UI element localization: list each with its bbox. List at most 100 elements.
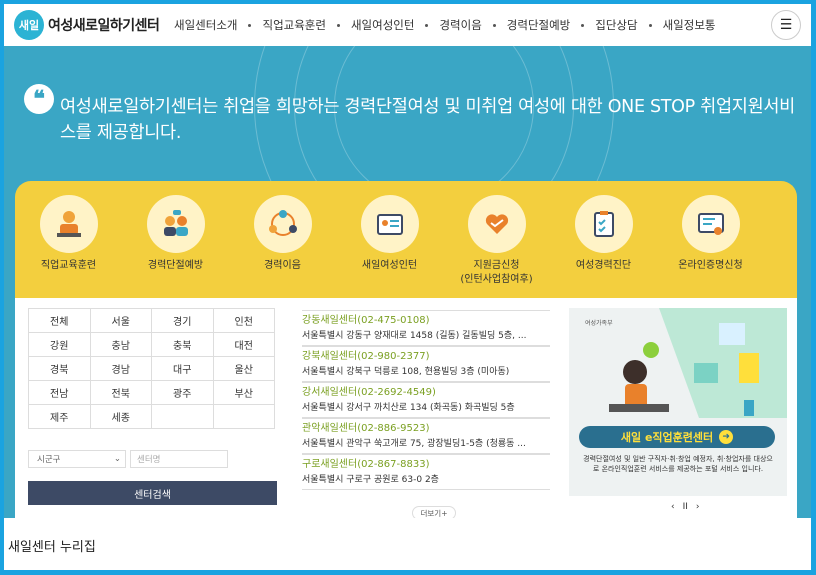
region-cell-empty bbox=[212, 404, 275, 429]
region-cell[interactable]: 제주 bbox=[28, 404, 91, 429]
list-item[interactable]: 강서새일센터(02-2692-4549) 서울특별시 강서구 까치산로 134 … bbox=[302, 382, 550, 418]
region-cell[interactable]: 경기 bbox=[151, 308, 214, 333]
nav-separator bbox=[581, 23, 585, 27]
region-cell[interactable]: 부산 bbox=[212, 380, 275, 405]
center-name[interactable]: 강동새일센터(02-475-0108) bbox=[302, 313, 550, 328]
search-controls: 시군구 ⌄ 센터명 bbox=[28, 450, 249, 468]
list-item[interactable]: 구로새일센터(02-867-8833) 서울특별시 구로구 공원로 63-0 2… bbox=[302, 454, 550, 490]
pause-icon[interactable]: II bbox=[683, 502, 688, 512]
nav-separator bbox=[248, 23, 252, 27]
list-item[interactable]: 강북새일센터(02-980-2377) 서울특별시 강북구 덕릉로 108, 현… bbox=[302, 346, 550, 382]
service-icon-row: 직업교육훈련 경력단절예방 경력이음 새일여성인턴 지원금신청 (인턴사업참여후… bbox=[15, 195, 797, 287]
region-cell[interactable]: 충남 bbox=[89, 332, 152, 357]
clipboard-check-icon bbox=[574, 195, 633, 253]
center-address: 서울특별시 구로구 공원로 63-0 2층 bbox=[302, 472, 550, 490]
logo-text: 여성새로일하기센터 bbox=[48, 18, 160, 34]
banner-description: 경력단절여성 및 일반 구직자·취·창업 예정자, 취·창업자를 대상으로 온라… bbox=[583, 455, 773, 473]
logo-badge: 새일 bbox=[14, 10, 44, 40]
more-button[interactable]: 더보기+ bbox=[412, 506, 456, 518]
region-cell[interactable]: 강원 bbox=[28, 332, 91, 357]
quote-icon: ❝ bbox=[24, 84, 54, 114]
banner-cta-label: 새일 e직업훈련센터 bbox=[620, 431, 714, 444]
center-name[interactable]: 구로새일센터(02-867-8833) bbox=[302, 457, 550, 472]
service-diagnosis[interactable]: 여성경력진단 bbox=[550, 195, 657, 287]
hero-headline: 여성새로일하기센터는 취업을 희망하는 경력단절여성 및 미취업 여성에 대한 … bbox=[60, 97, 795, 143]
nav-item-intro[interactable]: 새일센터소개 bbox=[174, 17, 237, 33]
center-address: 서울특별시 강서구 까치산로 134 (화곡동) 화곡빌딩 5층 bbox=[302, 400, 550, 418]
banner-cta[interactable]: 새일 e직업훈련센터 ➜ bbox=[579, 426, 775, 448]
content-area: 전체 서울 경기 인천 강원 충남 충북 대전 경북 경남 대구 울산 전남 전… bbox=[15, 298, 797, 518]
nav-separator bbox=[425, 23, 429, 27]
prev-icon[interactable]: ‹ bbox=[671, 502, 675, 512]
service-training[interactable]: 직업교육훈련 bbox=[15, 195, 122, 287]
service-label: 지원금신청 (인턴사업참여후) bbox=[460, 260, 533, 285]
nav-separator bbox=[336, 23, 340, 27]
center-address: 서울특별시 강동구 양재대로 1458 (길동) 길동빌딩 5층, ... bbox=[302, 328, 550, 346]
region-cell[interactable]: 울산 bbox=[212, 356, 275, 381]
region-cell[interactable]: 인천 bbox=[212, 308, 275, 333]
hamburger-icon: ☰ bbox=[779, 17, 793, 33]
service-label: 직업교육훈련 bbox=[40, 260, 97, 271]
center-list: 강동새일센터(02-475-0108) 서울특별시 강동구 양재대로 1458 … bbox=[302, 310, 550, 490]
teacher-icon bbox=[39, 195, 98, 253]
region-cell[interactable]: 경북 bbox=[28, 356, 91, 381]
service-label: 온라인증명신청 bbox=[678, 260, 743, 271]
banner-controls: ‹ II › bbox=[671, 502, 700, 512]
region-cell[interactable]: 대전 bbox=[212, 332, 275, 357]
page-frame: 새일 여성새로일하기센터 새일센터소개 직업교육훈련 새일여성인턴 경력이음 경… bbox=[4, 4, 811, 570]
heart-hand-icon bbox=[467, 195, 526, 253]
hamburger-menu-button[interactable]: ☰ bbox=[771, 10, 801, 40]
woman-laptop-illustration bbox=[609, 308, 787, 418]
service-subsidy[interactable]: 지원금신청 (인턴사업참여후) bbox=[443, 195, 550, 287]
center-name[interactable]: 강서새일센터(02-2692-4549) bbox=[302, 385, 550, 400]
service-label: 새일여성인턴 bbox=[361, 260, 418, 271]
team-circle-icon bbox=[253, 195, 312, 253]
region-cell[interactable]: 광주 bbox=[151, 380, 214, 405]
region-grid: 전체 서울 경기 인천 강원 충남 충북 대전 경북 경남 대구 울산 전남 전… bbox=[28, 308, 275, 429]
next-icon[interactable]: › bbox=[696, 502, 700, 512]
id-card-icon bbox=[360, 195, 419, 253]
list-item[interactable]: 강동새일센터(02-475-0108) 서울특별시 강동구 양재대로 1458 … bbox=[302, 310, 550, 346]
region-cell-empty bbox=[151, 404, 214, 429]
hero-section: ❝ 여성새로일하기센터는 취업을 희망하는 경력단절여성 및 미취업 여성에 대… bbox=[4, 46, 811, 518]
center-search-button[interactable]: 센터검색 bbox=[28, 481, 277, 505]
nav-item-intern[interactable]: 새일여성인턴 bbox=[351, 17, 414, 33]
certificate-icon bbox=[681, 195, 740, 253]
nav-separator bbox=[648, 23, 652, 27]
service-label: 여성경력진단 bbox=[575, 260, 632, 271]
region-cell[interactable]: 전남 bbox=[28, 380, 91, 405]
people-talk-icon bbox=[146, 195, 205, 253]
center-name[interactable]: 관악새일센터(02-886-9523) bbox=[302, 421, 550, 436]
list-item[interactable]: 관악새일센터(02-886-9523) 서울특별시 관악구 쑥고개로 75, 광… bbox=[302, 418, 550, 454]
center-address: 서울특별시 관악구 쑥고개로 75, 광장빌딩1-5층 (청룡동 ... bbox=[302, 436, 550, 454]
site-header: 새일 여성새로일하기센터 새일센터소개 직업교육훈련 새일여성인턴 경력이음 경… bbox=[4, 4, 811, 46]
region-cell[interactable]: 경남 bbox=[89, 356, 152, 381]
region-cell[interactable]: 대구 bbox=[151, 356, 214, 381]
nav-item-career[interactable]: 경력이음 bbox=[439, 17, 481, 33]
service-career[interactable]: 경력이음 bbox=[229, 195, 336, 287]
nav-item-training[interactable]: 직업교육훈련 bbox=[262, 17, 325, 33]
nav-item-counsel[interactable]: 집단상담 bbox=[595, 17, 637, 33]
nav-item-info[interactable]: 새일정보통 bbox=[663, 17, 716, 33]
nav-separator bbox=[492, 23, 496, 27]
center-name[interactable]: 강북새일센터(02-980-2377) bbox=[302, 349, 550, 364]
center-address: 서울특별시 강북구 덕릉로 108, 현용빌딩 3층 (미아동) bbox=[302, 364, 550, 382]
region-cell[interactable]: 세종 bbox=[89, 404, 152, 429]
region-cell[interactable]: 전체 bbox=[28, 308, 91, 333]
footer-site-label: 새일센터 누리집 bbox=[8, 540, 96, 555]
chevron-down-icon: ⌄ bbox=[113, 454, 121, 464]
service-label: 경력이음 bbox=[264, 260, 301, 271]
district-select[interactable]: 시군구 ⌄ bbox=[28, 450, 126, 468]
center-name-input[interactable]: 센터명 bbox=[130, 450, 228, 468]
region-cell[interactable]: 전북 bbox=[89, 380, 152, 405]
service-prevention[interactable]: 경력단절예방 bbox=[122, 195, 229, 287]
nav-item-prevention[interactable]: 경력단절예방 bbox=[507, 17, 570, 33]
service-intern[interactable]: 새일여성인턴 bbox=[336, 195, 443, 287]
e-training-banner[interactable]: 여성가족부 새일 e직업훈련센터 ➜ 경력단절여성 및 일반 구직자·취·창업 … bbox=[569, 308, 787, 496]
site-logo[interactable]: 새일 여성새로일하기센터 bbox=[14, 10, 160, 40]
service-certificate[interactable]: 온라인증명신청 bbox=[657, 195, 764, 287]
arrow-right-icon: ➜ bbox=[719, 430, 734, 444]
region-cell[interactable]: 서울 bbox=[89, 308, 152, 333]
main-nav: 새일센터소개 직업교육훈련 새일여성인턴 경력이음 경력단절예방 집단상담 새일… bbox=[174, 4, 716, 46]
region-cell[interactable]: 충북 bbox=[151, 332, 214, 357]
